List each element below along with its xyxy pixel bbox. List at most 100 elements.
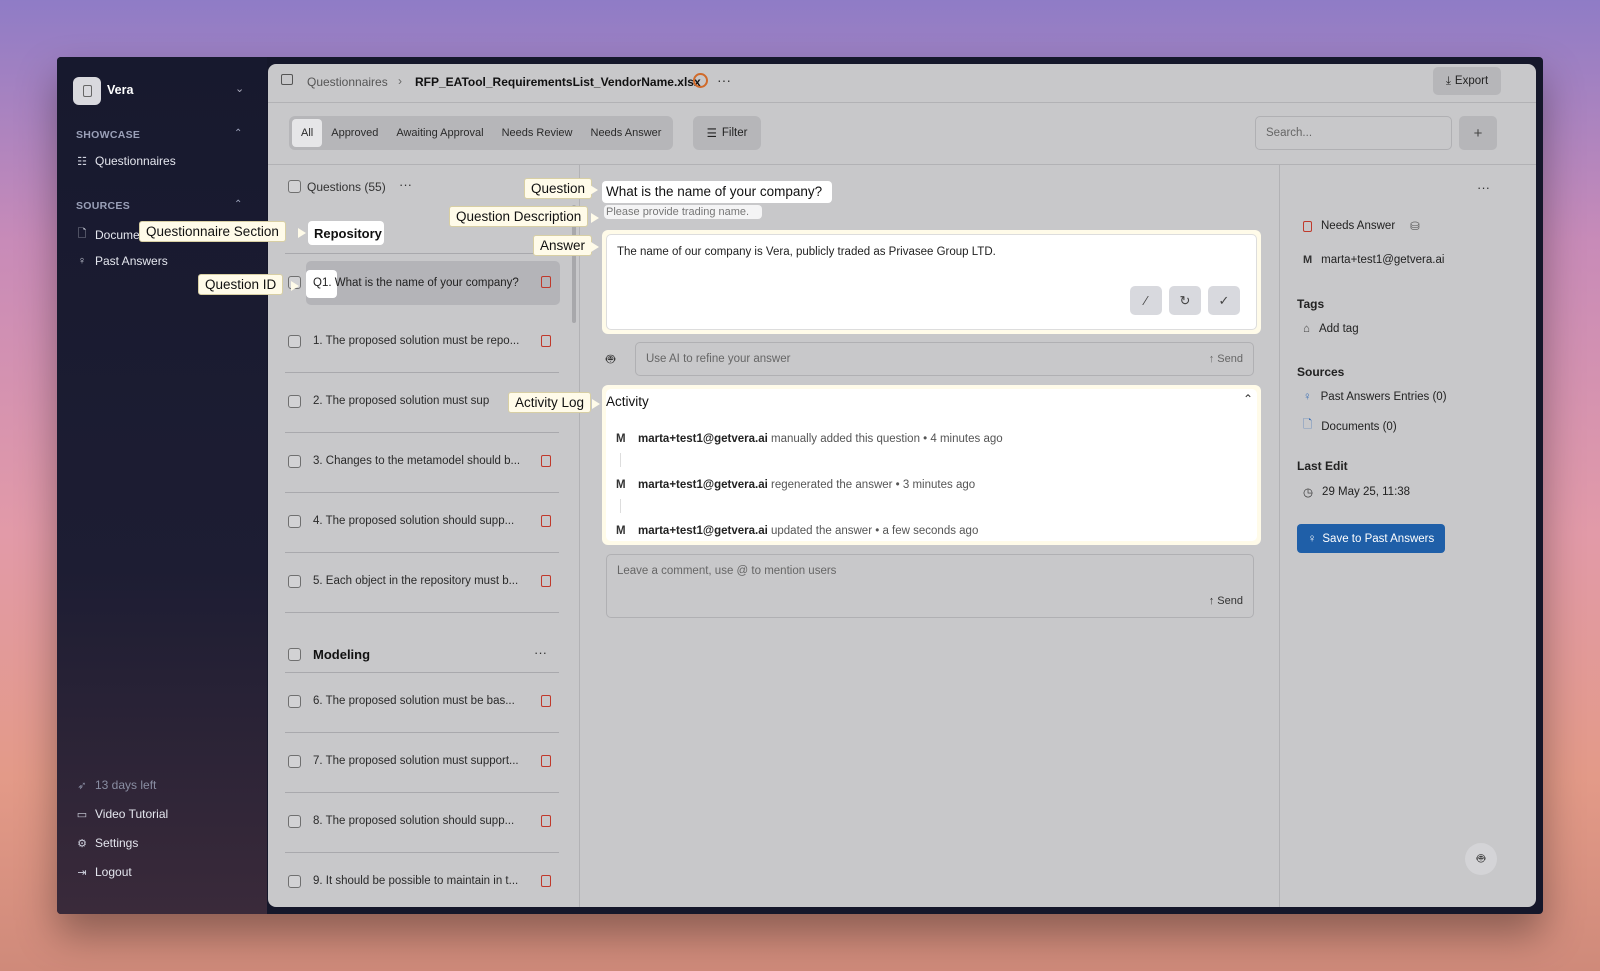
past-entries-label: Past Answers Entries (0) [1320, 391, 1447, 403]
needs-answer-icon [541, 335, 551, 347]
showcase-collapse-icon[interactable]: ⌃ [234, 128, 242, 139]
question-text: 3. Changes to the metamodel should b... [313, 455, 521, 467]
activity-time: 4 minutes ago [930, 433, 1003, 445]
workspace-name[interactable]: Vera [107, 83, 133, 97]
add-tag-label: Add tag [1318, 323, 1359, 335]
sidebar: Vera ⌄ SHOWCASE ⌃ ☷ Questionnaires SOURC… [57, 57, 267, 914]
row-checkbox[interactable] [288, 695, 301, 708]
callout-question: Question [524, 178, 593, 199]
needs-answer-icon [541, 755, 551, 767]
assignee[interactable]: M marta+test1@getvera.ai [1303, 254, 1444, 266]
needs-answer-icon [541, 276, 551, 288]
table-row[interactable]: 8. The proposed solution should supp... [285, 793, 559, 853]
needs-answer-icon [541, 875, 551, 887]
row-checkbox[interactable] [288, 875, 301, 888]
row-checkbox[interactable] [288, 755, 301, 768]
ai-send-button[interactable]: ↑ Send [1209, 353, 1243, 365]
documents-link[interactable]: 🗋 Documents (0) [1303, 417, 1397, 436]
sidebar-item-video-tutorial[interactable]: ▭ Video Tutorial [76, 807, 168, 821]
sidebar-item-label: Video Tutorial [95, 807, 169, 821]
activity-entry: Mmarta+test1@getvera.ai regenerated the … [616, 479, 976, 491]
progress-ring-icon [693, 73, 708, 88]
sidebar-item-label: Settings [95, 836, 139, 850]
row-checkbox[interactable] [288, 455, 301, 468]
comment-placeholder: Leave a comment, use @ to mention users [617, 565, 837, 577]
breadcrumb-file[interactable]: RFP_EATool_RequirementsList_VendorName.x… [415, 75, 701, 89]
table-row[interactable]: 6. The proposed solution must be bas... [285, 673, 559, 733]
section-more-icon[interactable]: ··· [534, 645, 547, 660]
export-button[interactable]: ⤓ Export [1433, 67, 1501, 95]
row-checkbox[interactable] [288, 395, 301, 408]
row-checkbox[interactable] [288, 335, 301, 348]
database-icon[interactable]: ⛁ [1410, 219, 1420, 233]
activity-user[interactable]: marta+test1@getvera.ai [638, 525, 768, 537]
ai-bot-icon: 🤖︎ [606, 351, 616, 368]
more-options-icon[interactable]: ··· [717, 72, 731, 88]
sources-heading: Sources [1297, 365, 1345, 379]
activity-panel: Activity ⌃ Mmarta+test1@getvera.ai manua… [606, 389, 1257, 541]
sidebar-item-logout[interactable]: ⇥ Logout [76, 865, 131, 879]
details-more-icon[interactable]: ··· [1477, 180, 1490, 195]
table-row[interactable]: 1. The proposed solution must be repo... [285, 313, 559, 373]
export-label: Export [1454, 75, 1489, 87]
lightbulb-icon: ♀ [77, 255, 87, 267]
last-edit-date: ◷ 29 May 25, 11:38 [1303, 485, 1410, 499]
needs-answer-icon [541, 695, 551, 707]
row-checkbox[interactable] [288, 815, 301, 828]
tab-needs-review[interactable]: Needs Review [493, 119, 582, 147]
question-text: 5. Each object in the repository must b.… [313, 575, 519, 587]
activity-collapse-icon[interactable]: ⌃ [1243, 392, 1253, 406]
clock-icon: ◷ [1303, 487, 1314, 499]
table-row[interactable]: 5. Each object in the repository must b.… [285, 553, 559, 613]
comment-send-button[interactable]: ↑ Send [1209, 595, 1243, 607]
activity-user[interactable]: marta+test1@getvera.ai [638, 479, 768, 491]
date-label: 29 May 25, 11:38 [1322, 486, 1411, 498]
sidebar-item-documents[interactable]: 🗋 Docume [76, 225, 140, 244]
tab-needs-answer[interactable]: Needs Answer [582, 119, 671, 147]
list-more-icon[interactable]: ··· [399, 177, 412, 192]
regenerate-button[interactable]: ↻ [1169, 286, 1201, 315]
sidebar-item-questionnaires[interactable]: ☷ Questionnaires [76, 154, 176, 168]
select-all-checkbox[interactable] [288, 180, 301, 193]
add-tag-button[interactable]: ⌂ Add tag [1303, 323, 1359, 335]
document-icon: 🗋 [77, 228, 87, 240]
answer-editor[interactable]: The name of our company is Vera, publicl… [606, 234, 1257, 330]
sources-collapse-icon[interactable]: ⌃ [234, 199, 242, 210]
ai-refine-input[interactable]: Use AI to refine your answer ↑ Send [635, 342, 1254, 376]
breadcrumb-root[interactable]: Questionnaires [307, 75, 388, 89]
add-button[interactable]: + [1459, 116, 1497, 150]
comment-input[interactable]: Leave a comment, use @ to mention users … [606, 554, 1254, 618]
tab-awaiting-approval[interactable]: Awaiting Approval [387, 119, 492, 147]
tab-approved[interactable]: Approved [322, 119, 387, 147]
ai-improve-button[interactable]: ⁄ [1130, 286, 1162, 315]
sidebar-item-past-answers[interactable]: ♀ Past Answers [76, 254, 168, 268]
trial-status: ➶ 13 days left [76, 778, 156, 792]
search-input[interactable]: Search... [1255, 116, 1452, 150]
question-text: 1. The proposed solution must be repo... [313, 335, 520, 347]
section-checkbox[interactable] [288, 648, 301, 661]
tab-all[interactable]: All [292, 119, 323, 147]
filter-button[interactable]: ☰ Filter [693, 116, 761, 150]
table-row[interactable]: 9. It should be possible to maintain in … [285, 853, 559, 907]
status-badge[interactable]: Needs Answer ⛁ [1303, 219, 1420, 233]
app-window: Vera ⌄ SHOWCASE ⌃ ☷ Questionnaires SOURC… [57, 57, 1543, 914]
workspace-chevron-icon[interactable]: ⌄ [235, 82, 244, 95]
section-title: Repository [314, 226, 382, 241]
ai-assistant-button[interactable]: 🤖︎ [1465, 843, 1497, 875]
past-answers-entries-link[interactable]: ♀ Past Answers Entries (0) [1303, 391, 1447, 403]
save-to-past-answers-button[interactable]: ♀ Save to Past Answers [1297, 524, 1445, 553]
sidebar-toggle-icon[interactable] [281, 74, 293, 85]
row-checkbox[interactable] [288, 575, 301, 588]
workspace-logo-icon [73, 77, 101, 105]
video-icon: ▭ [76, 808, 88, 821]
table-row[interactable]: 7. The proposed solution must support... [285, 733, 559, 793]
breadcrumb-separator-icon: › [398, 74, 402, 88]
row-checkbox[interactable] [288, 515, 301, 528]
sidebar-item-settings[interactable]: ⚙ Settings [76, 836, 138, 850]
table-row[interactable]: 4. The proposed solution should supp... [285, 493, 559, 553]
activity-entry: Mmarta+test1@getvera.ai updated the answ… [616, 525, 979, 537]
assignee-email: marta+test1@getvera.ai [1321, 254, 1445, 266]
approve-button[interactable]: ✓ [1208, 286, 1240, 315]
table-row[interactable]: 3. Changes to the metamodel should b... [285, 433, 559, 493]
activity-user[interactable]: marta+test1@getvera.ai [638, 433, 768, 445]
